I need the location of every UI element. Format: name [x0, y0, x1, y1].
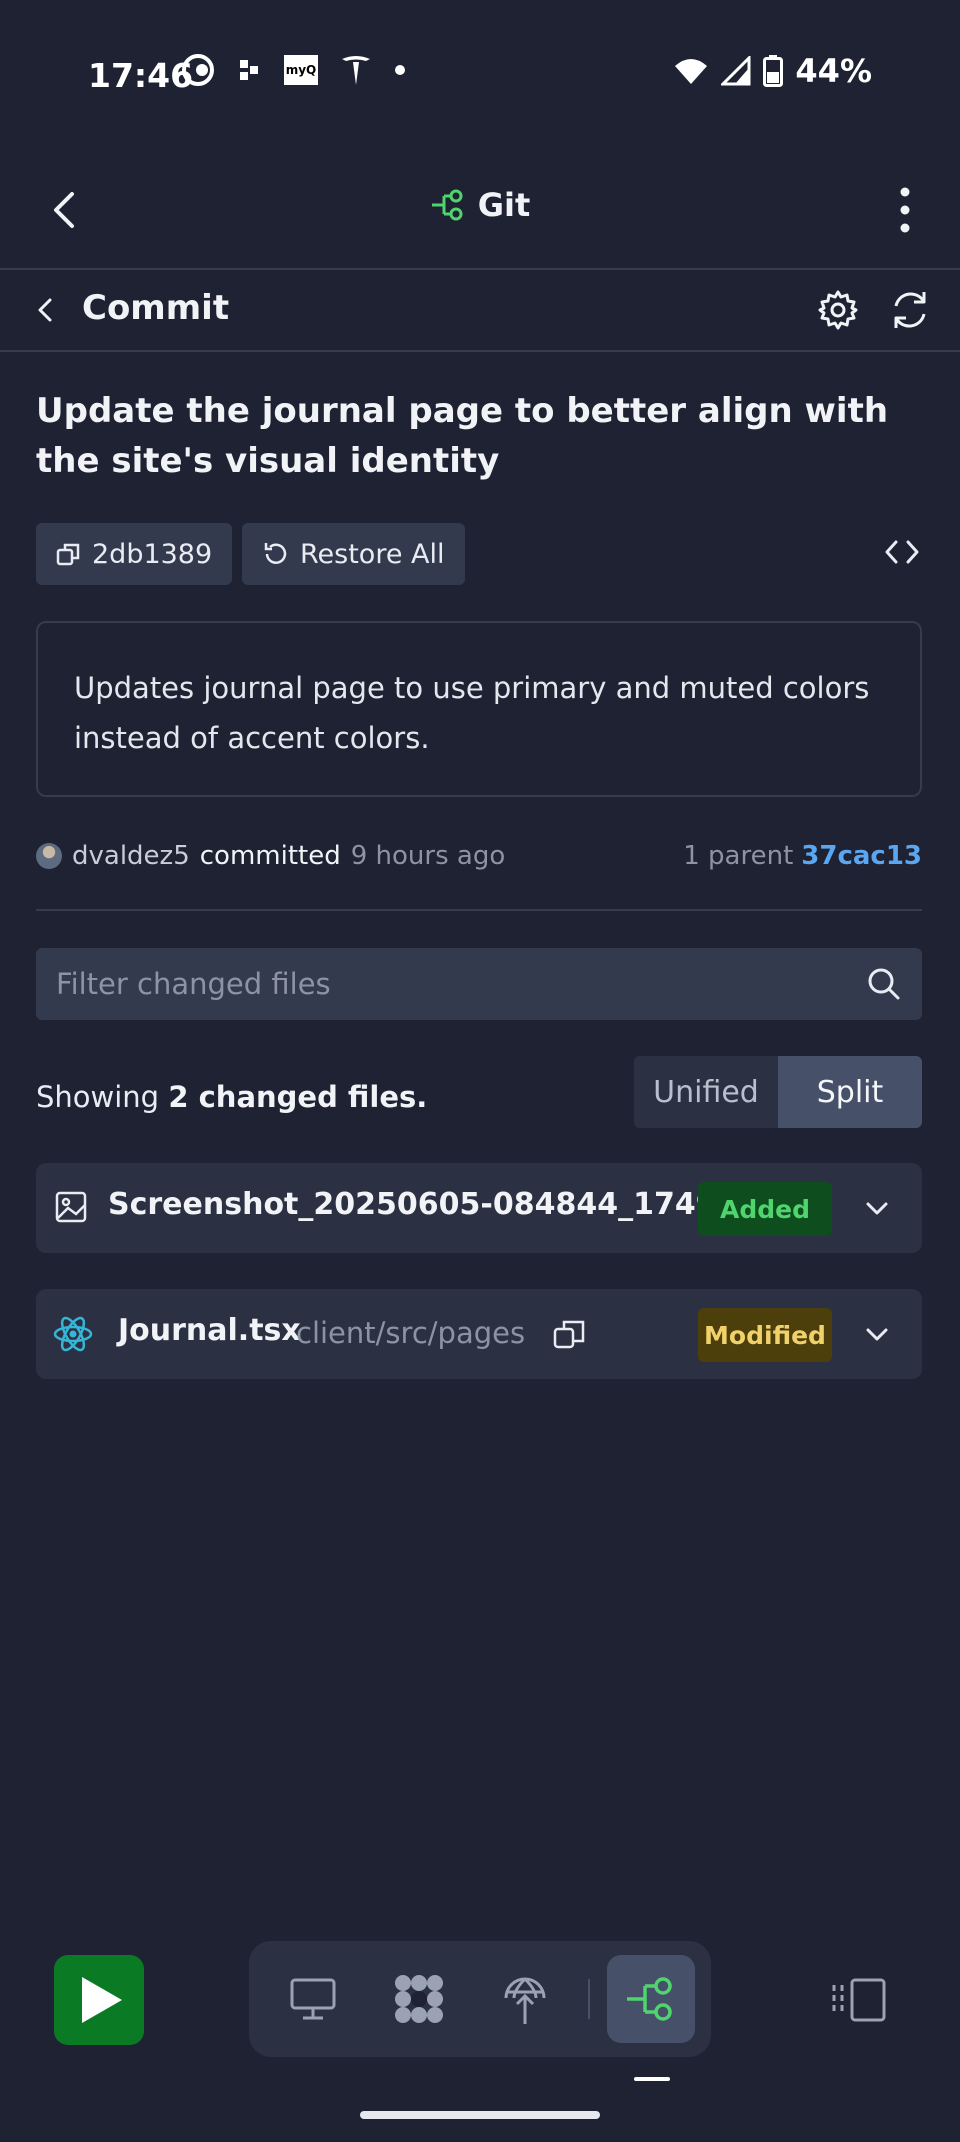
changed-file-row[interactable]: Journal.tsx client/src/pages Modified: [36, 1289, 922, 1379]
dot-icon: [395, 65, 405, 75]
copy-path-icon[interactable]: [552, 1317, 588, 1353]
commit-description: Updates journal page to use primary and …: [36, 621, 922, 797]
monitor-icon: [290, 1978, 336, 2020]
bottom-nav: [249, 1941, 711, 2057]
copy-icon: [56, 543, 80, 566]
nav-git[interactable]: [607, 1955, 695, 2043]
system-icons: 44%: [673, 52, 872, 90]
chevron-down-icon[interactable]: [862, 1193, 892, 1223]
commit-header: Commit: [0, 270, 960, 352]
play-icon: [82, 1977, 122, 2023]
app-header: Git: [0, 150, 960, 270]
divider: [36, 909, 922, 911]
restore-all-label: Restore All: [300, 538, 445, 570]
image-icon: [55, 1191, 87, 1223]
gear-icon[interactable]: [816, 288, 860, 332]
restore-all-button[interactable]: Restore All: [242, 523, 465, 585]
view-mode-toggle: Unified Split: [634, 1056, 922, 1128]
wifi-icon: [675, 59, 708, 84]
file-name: Screenshot_20250605-084844_174913: [108, 1187, 759, 1222]
summary-prefix: Showing: [36, 1080, 160, 1114]
parent-label: 1 parent: [683, 841, 794, 871]
dots-app-icon: [240, 60, 258, 80]
copy-hash-button[interactable]: 2db1389: [36, 523, 233, 585]
app-title-group: Git: [0, 186, 960, 224]
gesture-bar[interactable]: [360, 2111, 600, 2119]
changed-files-summary: Showing 2 changed files.: [36, 1080, 427, 1114]
file-path: client/src/pages: [296, 1316, 526, 1350]
filter-files-input[interactable]: [36, 948, 836, 1020]
split-pane-icon[interactable]: [830, 1977, 886, 2023]
commit-time: 9 hours ago: [350, 841, 506, 871]
commit-action: committed: [199, 841, 341, 871]
code-view-icon[interactable]: [884, 534, 920, 570]
search-icon[interactable]: [866, 966, 902, 1002]
split-view-button[interactable]: Split: [778, 1056, 922, 1128]
nav-deploy[interactable]: [481, 1955, 569, 2043]
nav-packages[interactable]: [375, 1955, 463, 2043]
changed-file-row[interactable]: Screenshot_20250605-084844_174913 Added: [36, 1163, 922, 1253]
active-indicator: [634, 2077, 670, 2081]
author-name[interactable]: dvaldez5: [72, 841, 190, 871]
status-bar: 17:46 myQ 44%: [0, 0, 960, 150]
cluster-icon: [395, 1975, 443, 2023]
chevron-down-icon[interactable]: [862, 1319, 892, 1349]
globe-upload-icon: [504, 1977, 546, 2024]
commit-hash: 2db1389: [92, 538, 213, 570]
commit-header-title: Commit: [82, 288, 230, 328]
notification-icons: myQ: [180, 52, 406, 88]
run-button[interactable]: [54, 1955, 144, 2045]
myq-icon: myQ: [284, 55, 318, 85]
changed-files-count: 2 changed files.: [168, 1080, 428, 1114]
battery-icon: [763, 55, 784, 87]
status-badge: Added: [698, 1182, 832, 1236]
status-badge: Modified: [698, 1308, 832, 1362]
avatar: [36, 843, 62, 869]
nav-divider: [588, 1979, 590, 2019]
battery-percentage: 44%: [795, 52, 872, 90]
unified-view-button[interactable]: Unified: [634, 1056, 778, 1128]
status-time: 17:46: [88, 56, 194, 95]
react-icon: [53, 1316, 93, 1352]
file-name: Journal.tsx: [118, 1313, 301, 1348]
parent-info: 1 parent 37cac13: [683, 841, 922, 871]
restore-icon: [264, 543, 287, 564]
more-options-icon[interactable]: [894, 186, 916, 234]
commit-back-button[interactable]: [30, 292, 62, 328]
app-title: Git: [477, 186, 531, 224]
parent-hash-link[interactable]: 37cac13: [801, 841, 922, 871]
refresh-icon[interactable]: [888, 288, 932, 332]
commit-title: Update the journal page to better align …: [36, 391, 889, 481]
git-branch-icon: [431, 189, 463, 221]
nav-desktop[interactable]: [269, 1955, 357, 2043]
git-branch-icon: [627, 1977, 672, 2021]
app-notification-icon: [182, 54, 214, 86]
author-row: dvaldez5 committed 9 hours ago 1 parent …: [36, 836, 922, 876]
tesla-icon: [342, 56, 370, 85]
filter-box: [36, 948, 922, 1020]
signal-icon: [721, 56, 751, 86]
